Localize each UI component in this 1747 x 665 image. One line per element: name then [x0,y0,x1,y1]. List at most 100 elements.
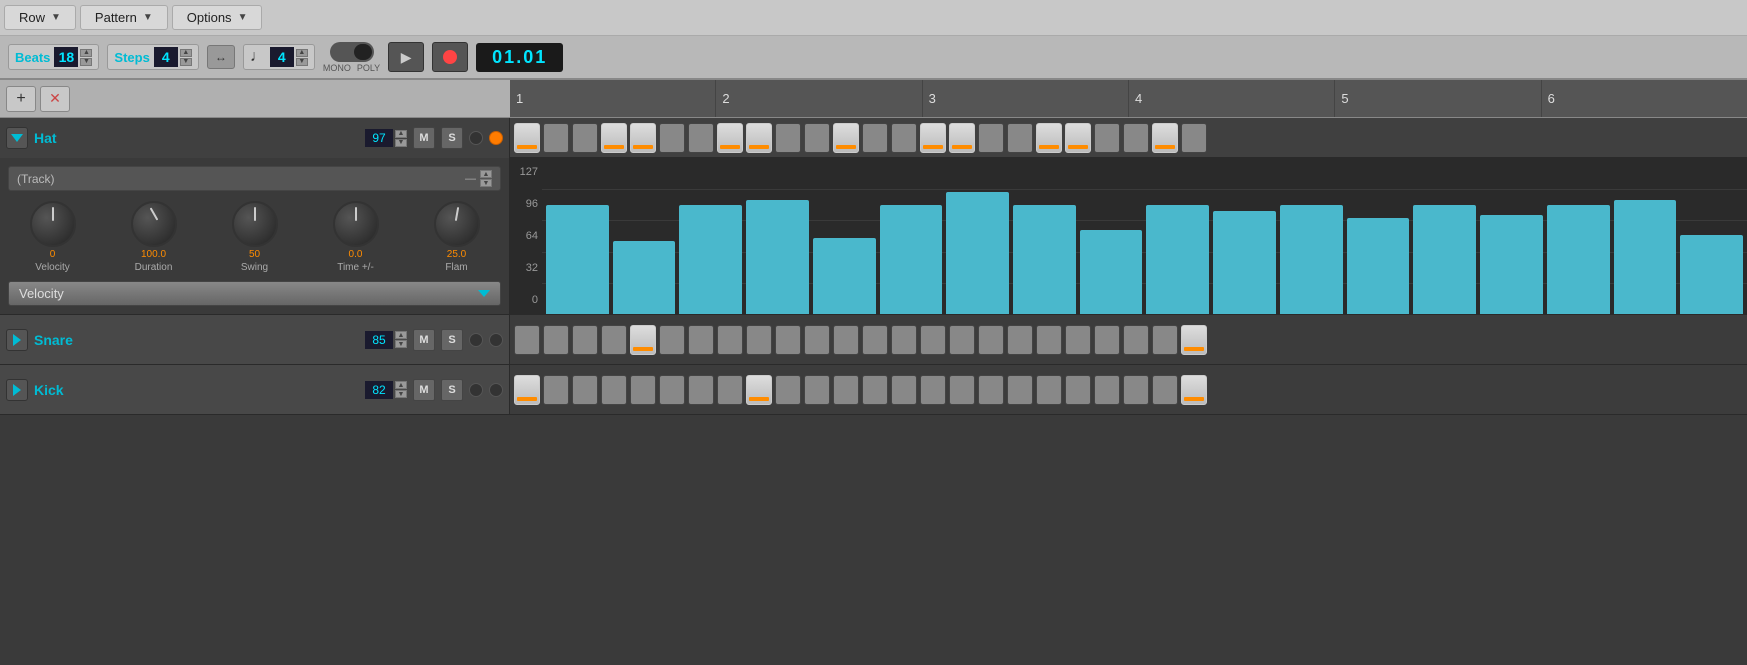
kick-expand-button[interactable] [6,379,28,401]
snare-step-24[interactable] [1181,325,1207,355]
hat-step-4[interactable] [601,123,627,153]
mono-poly-toggle[interactable]: MONO POLY [323,42,380,73]
hat-expand-button[interactable] [6,127,28,149]
snare-step-7[interactable] [688,325,714,355]
snare-step-16[interactable] [949,325,975,355]
snare-step-8[interactable] [717,325,743,355]
hat-dot2-orange[interactable] [489,131,503,145]
kick-step-4[interactable] [601,375,627,405]
kick-step-5[interactable] [630,375,656,405]
add-track-button[interactable]: + [6,86,36,112]
kick-step-17[interactable] [978,375,1004,405]
record-button[interactable] [432,42,468,72]
play-button[interactable]: ▶ [388,42,424,72]
time-sig-down[interactable]: ▼ [296,58,308,66]
hat-step-7[interactable] [688,123,714,153]
steps-up[interactable]: ▲ [180,49,192,57]
kick-step-18[interactable] [1007,375,1033,405]
snare-step-22[interactable] [1123,325,1149,355]
beats-down[interactable]: ▼ [80,58,92,66]
hat-step-24[interactable] [1181,123,1207,153]
remove-track-button[interactable]: ✕ [40,86,70,112]
hat-step-5[interactable] [630,123,656,153]
duration-knob[interactable] [131,201,177,247]
vel-bar-wrap-16[interactable] [1547,162,1610,314]
snare-step-2[interactable] [543,325,569,355]
vel-bar-wrap-9[interactable] [1080,162,1143,314]
snare-step-3[interactable] [572,325,598,355]
hat-step-2[interactable] [543,123,569,153]
snare-step-14[interactable] [891,325,917,355]
snare-step-13[interactable] [862,325,888,355]
kick-dot2[interactable] [489,383,503,397]
vel-bar-wrap-8[interactable] [1013,162,1076,314]
time-knob[interactable] [333,201,379,247]
hat-step-12[interactable] [833,123,859,153]
kick-vol-up[interactable]: ▲ [395,381,407,389]
hat-vol-up[interactable]: ▲ [395,130,407,138]
vel-bar-wrap-18[interactable] [1680,162,1743,314]
snare-step-18[interactable] [1007,325,1033,355]
kick-mute-button[interactable]: M [413,379,435,401]
resize-button[interactable]: ↔ [207,45,235,69]
hat-step-6[interactable] [659,123,685,153]
kick-step-7[interactable] [688,375,714,405]
kick-vol-down[interactable]: ▼ [395,390,407,398]
kick-step-24[interactable] [1181,375,1207,405]
hat-step-23[interactable] [1152,123,1178,153]
swing-knob[interactable] [232,201,278,247]
row-menu[interactable]: Row ▼ [4,5,76,30]
snare-step-12[interactable] [833,325,859,355]
snare-step-5[interactable] [630,325,656,355]
vel-bar-wrap-11[interactable] [1213,162,1276,314]
snare-step-19[interactable] [1036,325,1062,355]
kick-step-22[interactable] [1123,375,1149,405]
kick-step-2[interactable] [543,375,569,405]
hat-step-18[interactable] [1007,123,1033,153]
vel-bar-wrap-13[interactable] [1347,162,1410,314]
kick-step-23[interactable] [1152,375,1178,405]
kick-step-1[interactable] [514,375,540,405]
kick-step-19[interactable] [1036,375,1062,405]
snare-mute-button[interactable]: M [413,329,435,351]
kick-step-3[interactable] [572,375,598,405]
kick-step-8[interactable] [717,375,743,405]
kick-step-13[interactable] [862,375,888,405]
hat-step-11[interactable] [804,123,830,153]
kick-solo-button[interactable]: S [441,379,463,401]
options-menu[interactable]: Options ▼ [172,5,263,30]
kick-step-11[interactable] [804,375,830,405]
hat-step-3[interactable] [572,123,598,153]
snare-step-11[interactable] [804,325,830,355]
hat-step-19[interactable] [1036,123,1062,153]
hat-step-17[interactable] [978,123,1004,153]
track-select-up[interactable]: ▲ [480,170,492,178]
hat-step-16[interactable] [949,123,975,153]
hat-step-15[interactable] [920,123,946,153]
hat-step-22[interactable] [1123,123,1149,153]
snare-vol-up[interactable]: ▲ [395,331,407,339]
kick-step-15[interactable] [920,375,946,405]
snare-dot1[interactable] [469,333,483,347]
hat-step-13[interactable] [862,123,888,153]
snare-step-9[interactable] [746,325,772,355]
vel-bar-wrap-5[interactable] [813,162,876,314]
hat-vol-down[interactable]: ▼ [395,139,407,147]
hat-step-21[interactable] [1094,123,1120,153]
vel-bar-wrap-1[interactable] [546,162,609,314]
pattern-menu[interactable]: Pattern ▼ [80,5,168,30]
steps-down[interactable]: ▼ [180,58,192,66]
snare-step-15[interactable] [920,325,946,355]
kick-step-10[interactable] [775,375,801,405]
snare-step-1[interactable] [514,325,540,355]
snare-vol-down[interactable]: ▼ [395,340,407,348]
flam-knob[interactable] [434,201,480,247]
snare-step-4[interactable] [601,325,627,355]
kick-step-9[interactable] [746,375,772,405]
beats-up[interactable]: ▲ [80,49,92,57]
hat-step-20[interactable] [1065,123,1091,153]
vel-bar-wrap-15[interactable] [1480,162,1543,314]
snare-step-20[interactable] [1065,325,1091,355]
snare-step-17[interactable] [978,325,1004,355]
hat-dot1[interactable] [469,131,483,145]
